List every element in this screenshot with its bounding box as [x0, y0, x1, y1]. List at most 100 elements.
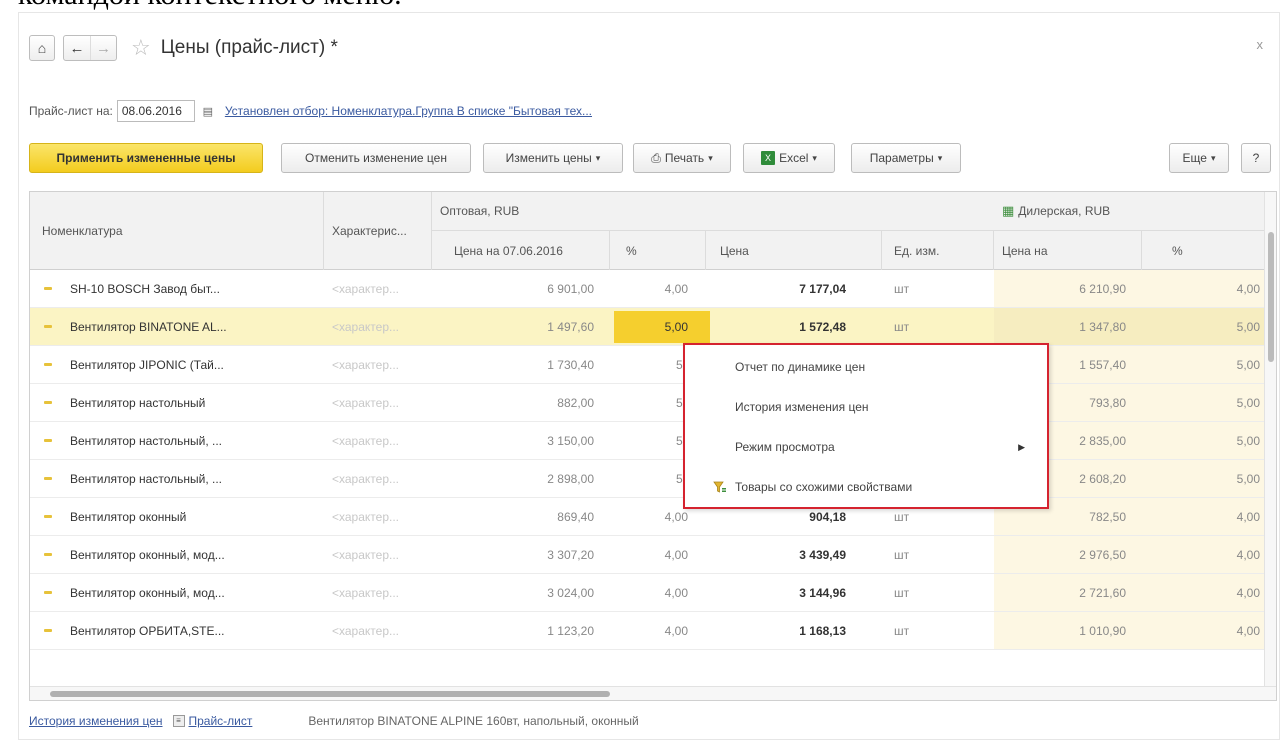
dealer-pct-cell[interactable]: 4,00	[1142, 270, 1266, 307]
wholesale-price-cell: 3 150,00	[547, 433, 594, 448]
dealer-pct-cell[interactable]: 5,00	[1142, 460, 1266, 497]
dealer-pct-cell[interactable]: 5,00	[1142, 384, 1266, 421]
table-row[interactable]: Вентилятор оконный <характер... 869,40 4,00…	[30, 498, 1266, 536]
table-row[interactable]: SH-10 BOSCH Завод быт... <характер... 6 90…	[30, 270, 1266, 308]
col-characteristic[interactable]: Характерис...	[324, 192, 432, 270]
table-row[interactable]: Вентилятор настольный, ... <характер... 2 …	[30, 460, 1266, 498]
table-row[interactable]: Вентилятор настольный <характер... 882,00 5…	[30, 384, 1266, 422]
home-icon: ⌂	[37, 40, 47, 56]
horizontal-scroll-thumb[interactable]	[50, 691, 610, 697]
excel-button[interactable]: X Excel ▾	[743, 143, 835, 173]
price-history-link[interactable]: История изменения цен	[29, 714, 163, 728]
table-row-selected[interactable]: Вентилятор BINATONE AL... <характер... 1 4…	[30, 308, 1266, 346]
favorite-star-icon[interactable]: ☆	[131, 35, 151, 61]
table-row[interactable]: Вентилятор JIPONIC (Тай... <характер... 1 …	[30, 346, 1266, 384]
dealer-pct-cell[interactable]: 4,00	[1142, 536, 1266, 573]
name-text: Вентилятор настольный, ...	[70, 433, 222, 448]
date-field[interactable]: 08.06.2016	[116, 100, 195, 122]
name-text: Вентилятор JIPONIC (Тай...	[70, 357, 224, 372]
page-title: Цены (прайс-лист) *	[160, 37, 338, 58]
dealer-price-cell: 1 010,90	[1079, 623, 1126, 638]
table-row[interactable]: Вентилятор настольный, ... <характер... 3 …	[30, 422, 1266, 460]
pct-cell[interactable]: 4,00	[612, 536, 702, 573]
col-price-on[interactable]: Цена на 07.06.2016	[432, 230, 610, 270]
filter-link[interactable]: Установлен отбор: Номенклатура.Группа В …	[225, 104, 592, 118]
close-icon[interactable]: x	[1257, 37, 1264, 52]
table-row[interactable]: Вентилятор ОРБИТА,STE... <характер... 1 12…	[30, 612, 1266, 650]
help-label: ?	[1252, 151, 1260, 165]
pricelist-link[interactable]: Прайс-лист	[189, 714, 253, 728]
col-group-dealer[interactable]: ▦ Дилерская, RUB	[994, 192, 1266, 230]
back-arrow-icon[interactable]: ←	[64, 36, 90, 60]
change-prices-button[interactable]: Изменить цены ▾	[483, 143, 623, 173]
vertical-scroll-thumb[interactable]	[1268, 232, 1274, 362]
col-price[interactable]: Цена	[706, 230, 882, 270]
more-button[interactable]: Еще ▾	[1169, 143, 1229, 173]
pct-cell[interactable]: 5,00	[612, 308, 702, 345]
col-unit[interactable]: Ед. изм.	[882, 230, 994, 270]
table-row[interactable]: Вентилятор оконный, мод... <характер... 3 …	[30, 536, 1266, 574]
menu-item-view-mode[interactable]: Режим просмотра ▶	[685, 429, 1047, 465]
dealer-pct-cell[interactable]: 4,00	[1142, 498, 1266, 535]
vertical-scrollbar[interactable]	[1264, 192, 1276, 700]
filter-row: Прайс-лист на: 08.06.2016 ▤ Установлен о…	[29, 99, 592, 123]
name-text: Вентилятор оконный	[70, 509, 187, 524]
price-cell: 3 439,49	[799, 547, 846, 562]
name-text: Вентилятор ОРБИТА,STE...	[70, 623, 225, 638]
dealer-pct-cell[interactable]: 4,00	[1142, 574, 1266, 611]
pct-cell[interactable]: 4,00	[612, 270, 702, 307]
col-dealer-price-on[interactable]: Цена на	[994, 230, 1142, 270]
context-menu: Отчет по динамике цен История изменения …	[683, 343, 1049, 509]
col-pct[interactable]: %	[610, 230, 706, 270]
apply-prices-button[interactable]: Применить измененные цены	[29, 143, 263, 173]
price-type-icon: ▦	[1002, 203, 1015, 218]
menu-item-similar-goods[interactable]: Товары со схожими свойствами	[685, 469, 1047, 505]
characteristic-cell: <характер...	[332, 509, 399, 524]
parameters-button[interactable]: Параметры ▾	[851, 143, 961, 173]
calendar-icon[interactable]: ▤	[199, 100, 217, 122]
horizontal-scrollbar[interactable]	[30, 686, 1276, 700]
menu-item-price-history[interactable]: История изменения цен	[685, 389, 1047, 425]
item-marker-icon	[44, 477, 52, 480]
price-cell: 1 572,48	[799, 319, 846, 334]
submenu-arrow-icon: ▶	[1018, 441, 1025, 452]
dealer-pct-cell[interactable]: 5,00	[1142, 346, 1266, 383]
menu-item-price-dynamics-report[interactable]: Отчет по динамике цен	[685, 349, 1047, 385]
table-row[interactable]: Вентилятор оконный, мод... <характер... 3 …	[30, 574, 1266, 612]
chevron-down-icon: ▾	[595, 152, 601, 163]
dealer-pct-cell[interactable]: 4,00	[1142, 612, 1266, 649]
more-label: Еще	[1182, 151, 1207, 165]
cancel-changes-label: Отменить изменение цен	[305, 151, 447, 165]
change-prices-label: Изменить цены	[505, 151, 592, 165]
name-cell: SH-10 BOSCH Завод быт...	[44, 270, 304, 307]
dealer-price-cell: 1 347,80	[1079, 319, 1126, 334]
col-group-dealer-label: Дилерская, RUB	[1018, 204, 1111, 218]
wholesale-price-cell: 3 024,00	[547, 585, 594, 600]
price-cell: 1 168,13	[799, 623, 846, 638]
menu-item-label: Отчет по динамике цен	[735, 360, 866, 374]
name-cell: Вентилятор оконный	[44, 498, 304, 535]
wholesale-price-cell: 1 730,40	[547, 357, 594, 372]
item-marker-icon	[44, 287, 52, 290]
price-table: Номенклатура Характерис... Оптовая, RUB …	[29, 191, 1277, 701]
dealer-pct-cell[interactable]: 5,00	[1142, 308, 1266, 345]
help-button[interactable]: ?	[1241, 143, 1271, 173]
pct-cell[interactable]: 4,00	[612, 612, 702, 649]
unit-cell: шт	[894, 281, 910, 296]
wholesale-price-cell: 2 898,00	[547, 471, 594, 486]
name-cell: Вентилятор оконный, мод...	[44, 574, 304, 611]
col-dealer-pct[interactable]: %	[1142, 230, 1266, 270]
table-header: Номенклатура Характерис... Оптовая, RUB …	[30, 192, 1276, 270]
col-group-wholesale[interactable]: Оптовая, RUB	[432, 192, 994, 230]
print-button[interactable]: ⎙ Печать ▾	[633, 143, 731, 173]
price-cell: 3 144,96	[799, 585, 846, 600]
cancel-changes-button[interactable]: Отменить изменение цен	[281, 143, 471, 173]
pct-cell[interactable]: 4,00	[612, 574, 702, 611]
home-button[interactable]: ⌂	[29, 35, 55, 61]
forward-arrow-icon[interactable]: →	[90, 36, 116, 60]
price-cell: 7 177,04	[799, 281, 846, 296]
nav-arrows: ← →	[63, 35, 117, 61]
dealer-pct-cell[interactable]: 5,00	[1142, 422, 1266, 459]
wholesale-price-cell: 869,40	[557, 509, 594, 524]
col-nomenclature[interactable]: Номенклатура	[30, 192, 324, 270]
